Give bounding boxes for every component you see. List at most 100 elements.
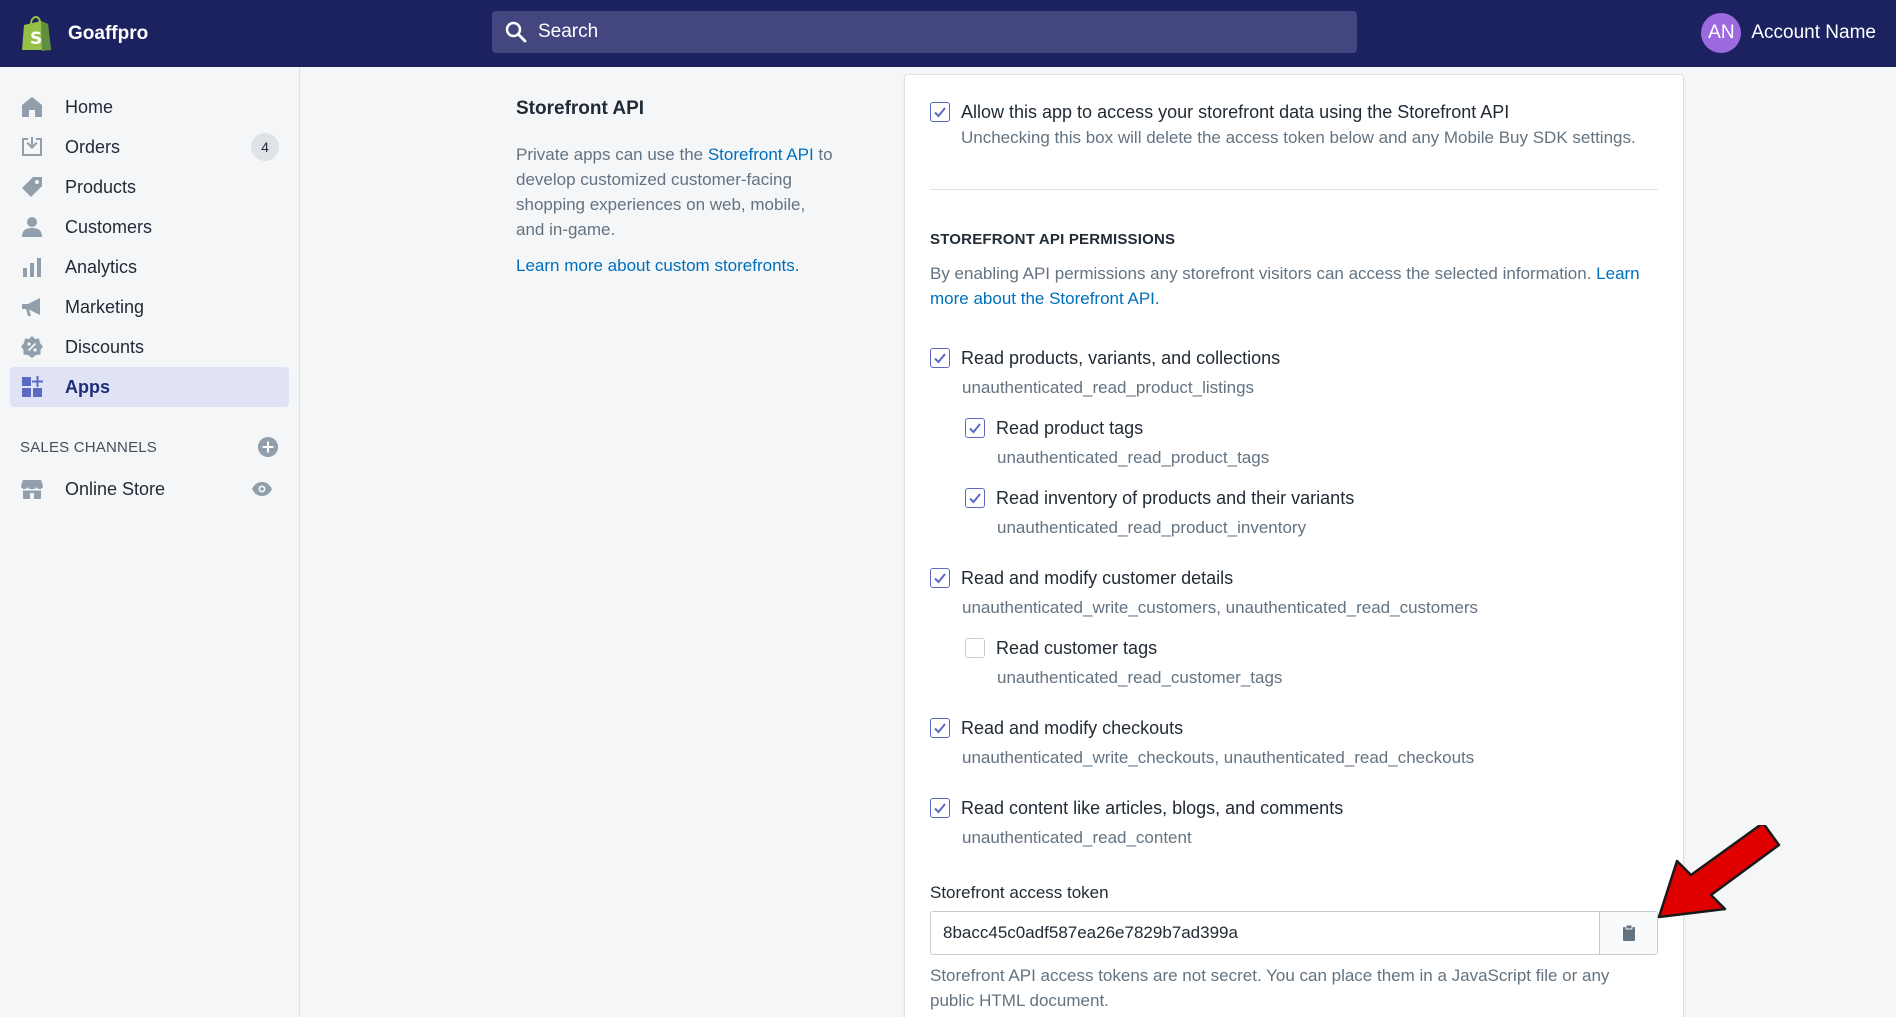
permission-read-content[interactable]: Read content like articles, blogs, and c… xyxy=(930,796,1343,820)
sidebar-item-home[interactable]: Home xyxy=(10,87,289,127)
sales-channels-header: SALES CHANNELS xyxy=(20,433,279,461)
checkmark-icon xyxy=(934,803,946,814)
sidebar-item-online-store[interactable]: Online Store xyxy=(10,469,289,509)
permission-scope: unauthenticated_read_product_tags xyxy=(997,448,1270,467)
clipboard-icon xyxy=(1622,924,1635,941)
sidebar-item-analytics[interactable]: Analytics xyxy=(10,247,289,287)
permission-read-products[interactable]: Read products, variants, and collections xyxy=(930,346,1280,370)
store-icon xyxy=(20,477,44,501)
permission-scope: unauthenticated_read_product_inventory xyxy=(997,518,1307,537)
allow-storefront-access-option[interactable]: Allow this app to access your storefront… xyxy=(930,100,1636,150)
allow-storefront-access-checkbox[interactable] xyxy=(930,102,950,122)
sidebar-item-products[interactable]: Products xyxy=(10,167,289,207)
sidebar-item-label: Discounts xyxy=(65,336,145,357)
permission-label: Read products, variants, and collections xyxy=(961,348,1281,368)
tag-icon xyxy=(20,175,44,199)
description-text-prefix: Private apps can use the xyxy=(516,145,708,164)
sidebar: Home Orders 4 Products Customers Analyti… xyxy=(0,67,300,1017)
access-token-value[interactable]: 8bacc45c0adf587ea26e7829b7ad399a xyxy=(931,912,1599,954)
search-placeholder: Search xyxy=(538,21,599,42)
access-token-field[interactable]: 8bacc45c0adf587ea26e7829b7ad399a xyxy=(930,911,1658,955)
sidebar-item-customers[interactable]: Customers xyxy=(10,207,289,247)
section-description: Private apps can use the Storefront API … xyxy=(516,142,836,242)
add-sales-channel-icon[interactable] xyxy=(257,436,279,458)
sidebar-item-marketing[interactable]: Marketing xyxy=(10,287,289,327)
search-icon xyxy=(505,21,527,43)
permission-scope: unauthenticated_read_content xyxy=(962,828,1192,847)
red-arrow-annotation-icon xyxy=(1657,825,1781,919)
account-name[interactable]: Account Name xyxy=(1751,22,1876,44)
section-title: Storefront API xyxy=(516,98,645,119)
top-bar: S Goaffpro Search AN Account Name xyxy=(0,0,1896,67)
person-icon xyxy=(20,215,44,239)
permission-checkbox[interactable] xyxy=(965,418,985,438)
store-name: Goaffpro xyxy=(68,22,149,44)
megaphone-icon xyxy=(20,295,44,319)
main-nav: Home Orders 4 Products Customers Analyti… xyxy=(0,87,299,407)
brand[interactable]: S Goaffpro xyxy=(20,15,460,52)
permissions-description-text: By enabling API permissions any storefro… xyxy=(930,264,1597,283)
checkmark-icon xyxy=(969,423,981,434)
learn-more-custom-storefronts-link[interactable]: Learn more about custom storefronts. xyxy=(516,256,836,276)
access-token-help: Storefront API access tokens are not sec… xyxy=(930,966,1610,1010)
sidebar-item-label: Products xyxy=(65,176,137,197)
permission-read-customer-tags[interactable]: Read customer tags xyxy=(965,636,1157,660)
account-menu[interactable]: AN Account Name xyxy=(1701,13,1876,53)
permission-label: Read and modify customer details xyxy=(961,568,1234,588)
storefront-api-description: Storefront API Private apps can use the … xyxy=(516,98,836,276)
permission-read-inventory[interactable]: Read inventory of products and their var… xyxy=(965,486,1354,510)
permission-checkbox[interactable] xyxy=(965,488,985,508)
avatar[interactable]: AN xyxy=(1701,13,1742,53)
copy-token-button[interactable] xyxy=(1599,912,1657,954)
checkmark-icon xyxy=(934,107,946,118)
checkmark-icon xyxy=(934,353,946,364)
permission-scope: unauthenticated_read_customer_tags xyxy=(997,668,1283,687)
sidebar-item-label: Apps xyxy=(65,376,110,397)
permission-checkbox[interactable] xyxy=(965,638,985,658)
divider xyxy=(930,189,1658,190)
sidebar-item-orders[interactable]: Orders 4 xyxy=(10,127,289,167)
checkmark-icon xyxy=(934,723,946,734)
shopify-bag-icon: S xyxy=(22,15,51,51)
permission-label: Read and modify checkouts xyxy=(961,718,1184,738)
sidebar-item-label: Customers xyxy=(65,216,153,237)
apps-icon xyxy=(20,375,44,399)
checkmark-icon xyxy=(969,493,981,504)
permissions-description: By enabling API permissions any storefro… xyxy=(930,261,1658,311)
permission-modify-checkouts[interactable]: Read and modify checkouts xyxy=(930,716,1183,740)
svg-text:S: S xyxy=(30,29,42,49)
permission-scope: unauthenticated_read_product_listings xyxy=(962,378,1255,397)
sidebar-item-label: Marketing xyxy=(65,296,145,317)
permission-checkbox[interactable] xyxy=(930,568,950,588)
allow-storefront-access-label: Allow this app to access your storefront… xyxy=(961,102,1510,122)
orders-count-badge: 4 xyxy=(251,133,279,161)
sidebar-item-apps[interactable]: Apps xyxy=(10,367,289,407)
access-token-label: Storefront access token xyxy=(930,883,1109,902)
checkmark-icon xyxy=(934,573,946,584)
home-icon xyxy=(20,95,44,119)
sidebar-item-label: Online Store xyxy=(65,478,166,499)
sidebar-item-label: Home xyxy=(65,96,114,117)
permissions-heading: STOREFRONT API PERMISSIONS xyxy=(930,231,1176,248)
sidebar-item-label: Analytics xyxy=(65,256,138,277)
permission-modify-customers[interactable]: Read and modify customer details xyxy=(930,566,1233,590)
bar-chart-icon xyxy=(20,255,44,279)
sales-channels-heading: SALES CHANNELS xyxy=(20,438,158,456)
sales-channels-list: Online Store xyxy=(0,469,299,509)
permission-scope: unauthenticated_write_customers, unauthe… xyxy=(962,598,1478,617)
permission-read-product-tags[interactable]: Read product tags xyxy=(965,416,1143,440)
discount-icon xyxy=(20,335,44,359)
sidebar-item-discounts[interactable]: Discounts xyxy=(10,327,289,367)
permission-checkbox[interactable] xyxy=(930,798,950,818)
storefront-api-card: Allow this app to access your storefront… xyxy=(905,75,1683,1017)
storefront-api-link[interactable]: Storefront API xyxy=(708,145,814,164)
permission-label: Read customer tags xyxy=(996,638,1158,658)
permission-checkbox[interactable] xyxy=(930,718,950,738)
permission-label: Read product tags xyxy=(996,418,1144,438)
search-input[interactable]: Search xyxy=(492,11,1357,53)
permission-checkbox[interactable] xyxy=(930,348,950,368)
sidebar-item-label: Orders xyxy=(65,136,121,157)
permission-label: Read inventory of products and their var… xyxy=(996,488,1355,508)
orders-icon xyxy=(20,135,44,159)
eye-icon[interactable] xyxy=(251,479,273,499)
